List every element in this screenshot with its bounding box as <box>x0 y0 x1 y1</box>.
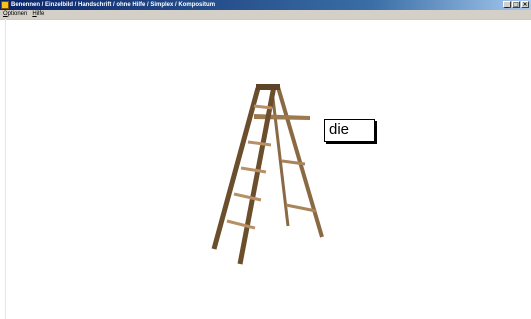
menu-optionen[interactable]: Optionen <box>3 10 27 19</box>
title-bar: Benennen / Einzelbild / Handschrift / oh… <box>0 0 531 10</box>
minimize-button[interactable]: _ <box>503 1 511 8</box>
menu-bar: Optionen Hilfe <box>0 10 531 19</box>
app-icon <box>1 1 9 9</box>
word-display: die <box>324 119 375 142</box>
left-border <box>5 19 6 319</box>
window-title: Benennen / Einzelbild / Handschrift / oh… <box>11 2 216 8</box>
close-button[interactable]: × <box>521 1 529 8</box>
window-controls: _ □ × <box>503 1 529 8</box>
maximize-button[interactable]: □ <box>512 1 520 8</box>
menu-hilfe[interactable]: Hilfe <box>32 10 44 19</box>
ladder-image <box>211 84 324 265</box>
